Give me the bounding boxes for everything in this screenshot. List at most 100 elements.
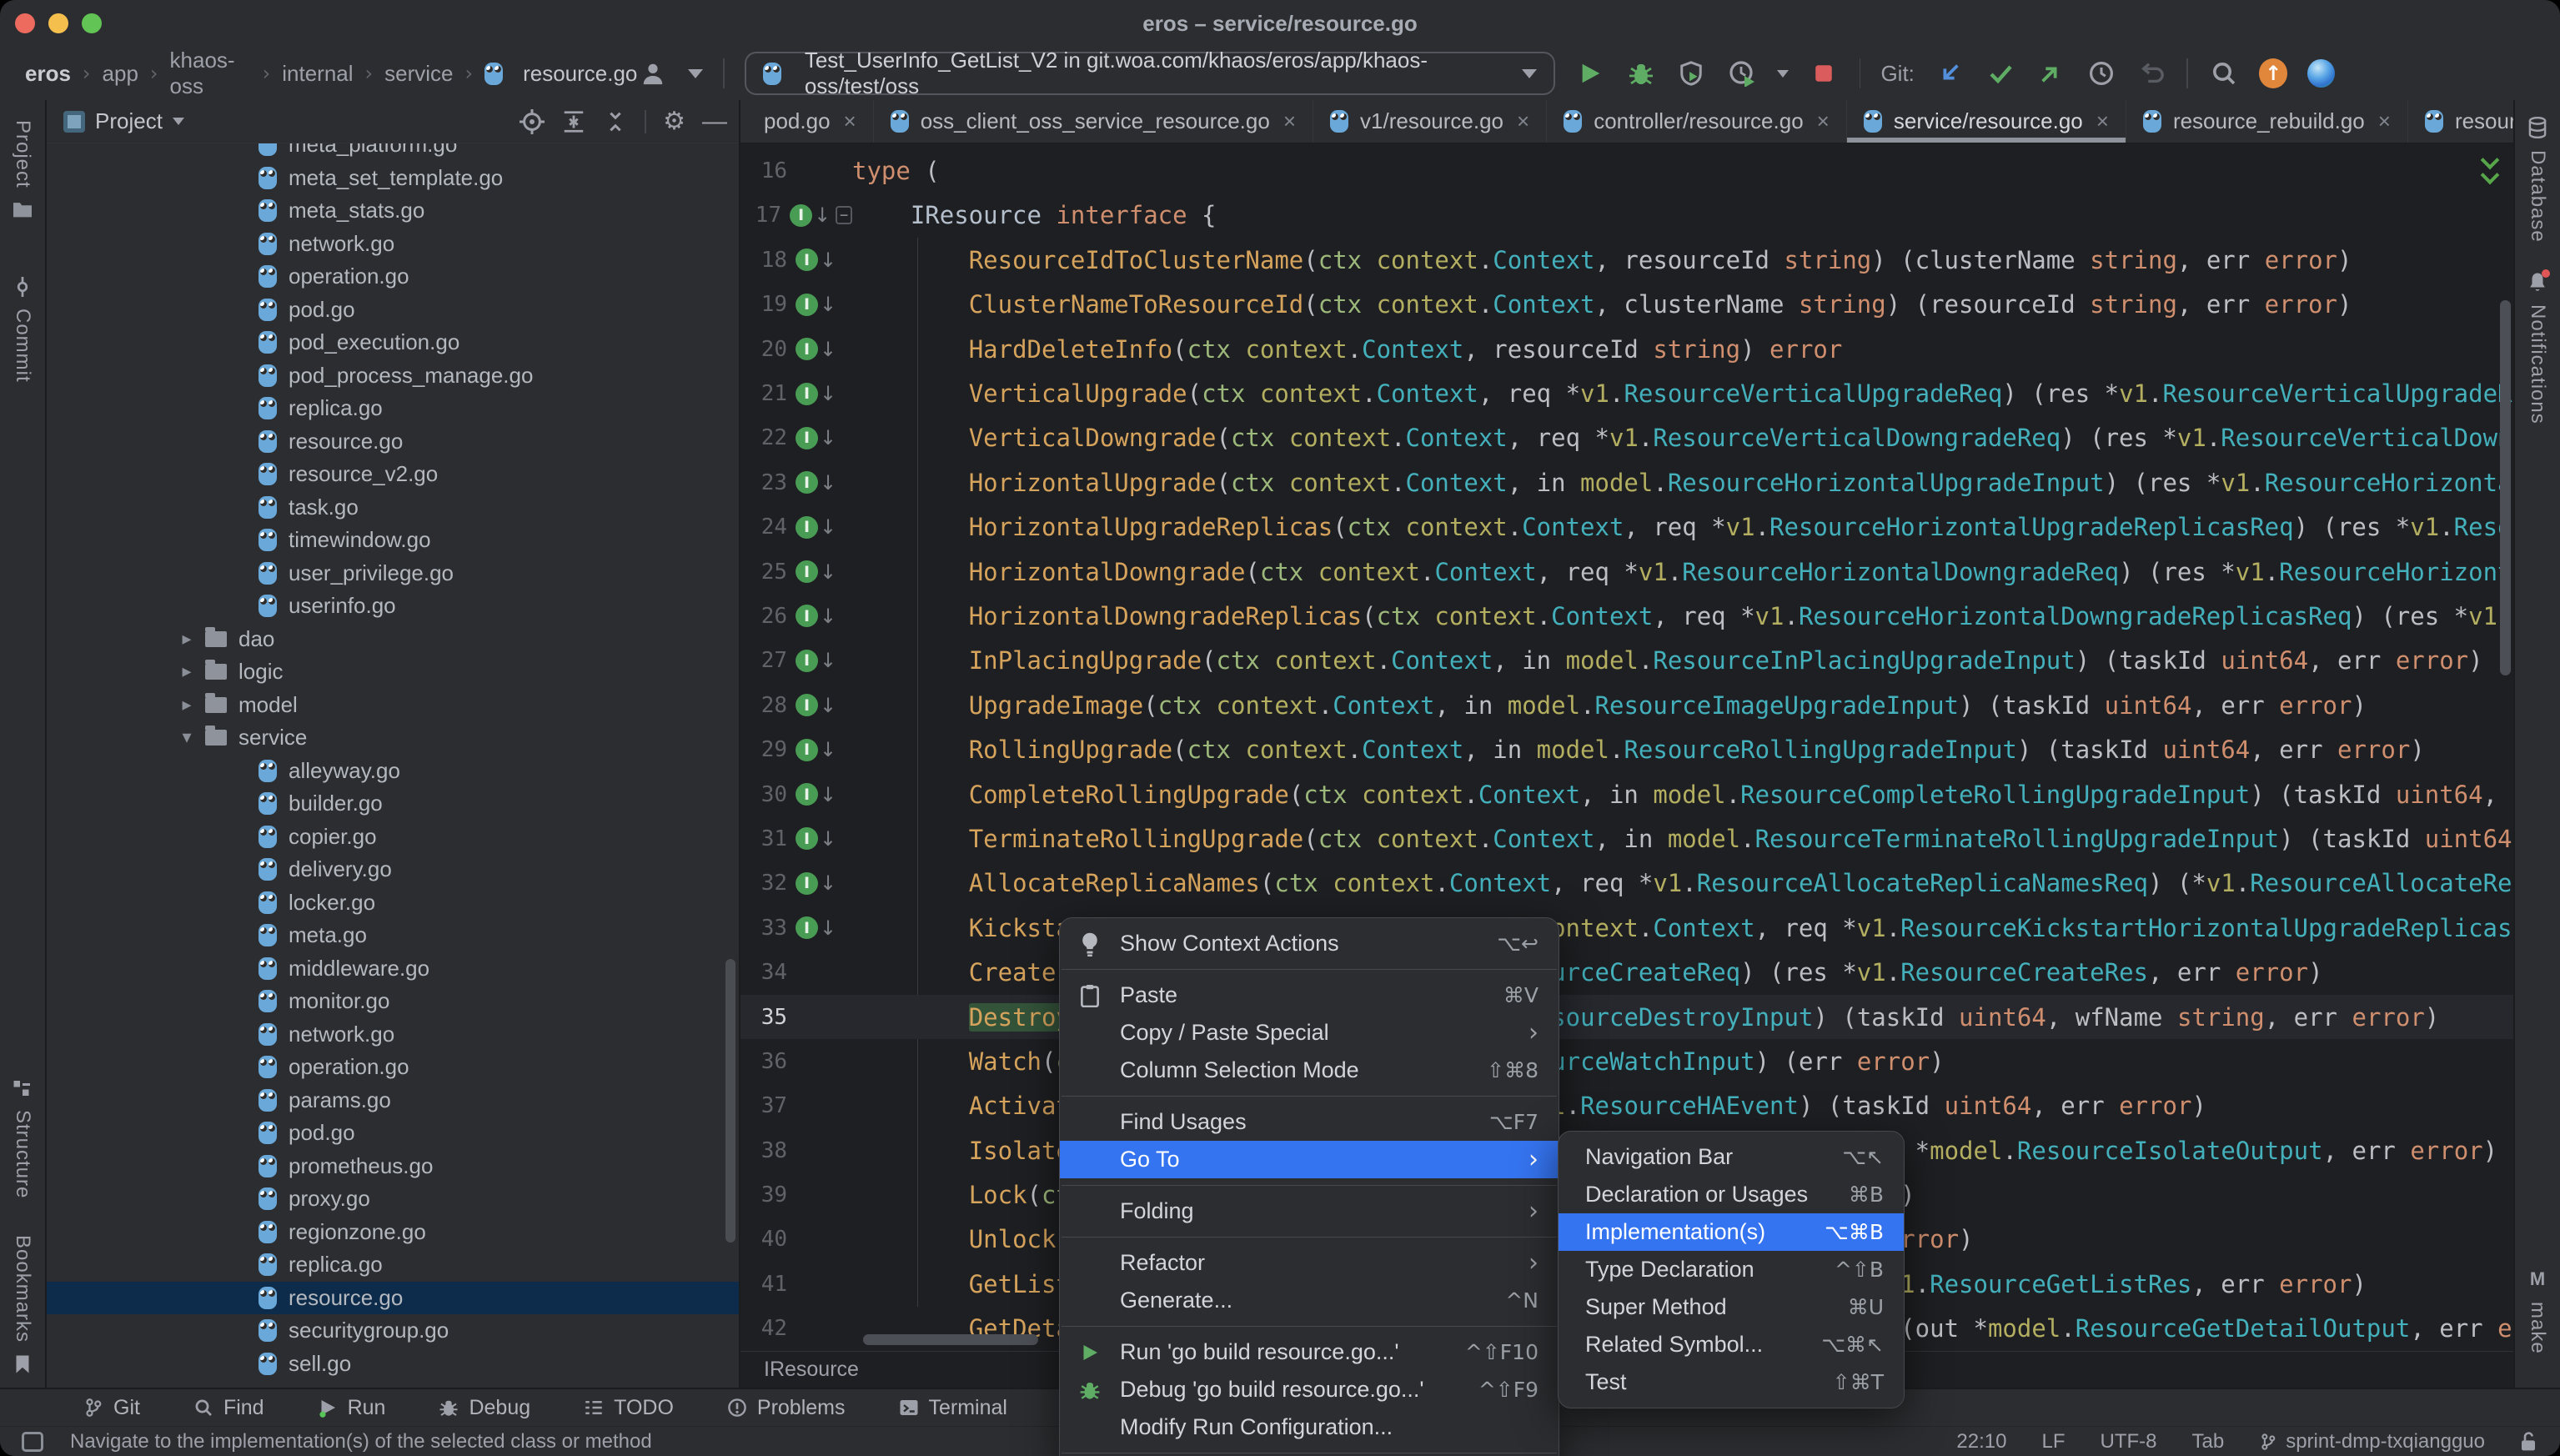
structure-icon[interactable]	[13, 1078, 33, 1098]
tool-tab-bookmarks[interactable]: Bookmarks	[11, 1235, 34, 1343]
menu-item[interactable]: Super Method⌘U	[1559, 1288, 1904, 1326]
code-line[interactable]: 21I↓ VerticalUpgrade(ctx context.Context…	[740, 371, 2513, 415]
make-icon[interactable]: M	[2530, 1268, 2545, 1290]
tree-file-item[interactable]: meta_set_template.go	[47, 162, 739, 195]
tree-file-item[interactable]: network.go	[47, 1018, 739, 1052]
tool-tab-commit[interactable]: Commit	[11, 309, 34, 383]
menu-item[interactable]: Modify Run Configuration...	[1060, 1408, 1559, 1446]
project-tree-scrollbar[interactable]	[725, 959, 735, 1243]
tree-file-item[interactable]: middleware.go	[47, 952, 739, 986]
menu-item[interactable]: Debug 'go build resource.go...'^⇧F9	[1060, 1371, 1559, 1408]
code-line[interactable]: 35 Destroy(ctx context.Context, in model…	[740, 995, 2513, 1039]
tab-close-icon[interactable]: ×	[1517, 108, 1529, 134]
tree-file-item[interactable]: prometheus.go	[47, 1150, 739, 1183]
tree-file-item[interactable]: resource_v2.go	[47, 458, 739, 491]
bookmark-icon[interactable]	[13, 1354, 32, 1374]
history-button[interactable]	[2086, 58, 2116, 89]
breadcrumb-item[interactable]: resource.go	[484, 61, 637, 87]
editor-tab[interactable]: v1/resource.go×	[1313, 100, 1547, 143]
menu-item[interactable]: Paste⌘V	[1060, 977, 1559, 1014]
tool-tab-structure[interactable]: Structure	[11, 1110, 34, 1198]
tree-chevron-icon[interactable]: ▸	[172, 661, 202, 682]
menu-item[interactable]: Implementation(s)⌥⌘B	[1559, 1213, 1904, 1251]
tree-file-item[interactable]: locker.go	[47, 886, 739, 920]
tree-file-item[interactable]: user_privilege.go	[47, 557, 739, 590]
tree-file-item[interactable]: userinfo.go	[47, 590, 739, 623]
breadcrumb-item[interactable]: khaos-oss	[170, 48, 251, 99]
user-icon[interactable]	[637, 58, 668, 89]
git-push-button[interactable]	[2035, 58, 2066, 89]
code-line[interactable]: 29I↓ RollingUpgrade(ctx context.Context,…	[740, 727, 2513, 771]
coverage-button[interactable]	[1676, 58, 1707, 89]
menu-item[interactable]: Column Selection Mode⇧⌘8	[1060, 1052, 1559, 1089]
code-line[interactable]: 25I↓ HorizontalDowngrade(ctx context.Con…	[740, 550, 2513, 594]
menu-item[interactable]: Find Usages⌥F7	[1060, 1103, 1559, 1141]
tree-file-item[interactable]: pod.go	[47, 294, 739, 327]
editor-tab[interactable]: oss_client_oss_service_resource.go×	[874, 100, 1313, 143]
status-segment[interactable]: 22:10	[1956, 1430, 2006, 1453]
implemented-marker-icon[interactable]: I	[796, 783, 818, 806]
tree-folder-item[interactable]: ▾service	[47, 721, 739, 755]
status-segment[interactable]: UTF-8	[2101, 1430, 2157, 1453]
tree-chevron-icon[interactable]: ▸	[172, 629, 202, 650]
tree-file-item[interactable]: copier.go	[47, 821, 739, 854]
status-segment[interactable]: Tab	[2192, 1430, 2225, 1453]
profiler-button[interactable]	[1727, 58, 1758, 89]
menu-item[interactable]: Navigation Bar⌥↖	[1559, 1138, 1904, 1176]
menu-item[interactable]: Related Symbol...⌥⌘↖	[1559, 1326, 1904, 1363]
editor-tab[interactable]: controller/resource.go×	[1547, 100, 1847, 143]
search-everywhere-icon[interactable]	[2208, 58, 2239, 89]
tree-chevron-icon[interactable]: ▸	[172, 695, 202, 715]
implemented-marker-icon[interactable]: I	[796, 916, 818, 939]
tree-file-item[interactable]: resource.go	[47, 425, 739, 459]
tree-file-item[interactable]: operation.go	[47, 260, 739, 294]
tool-window-button-todo[interactable]: TODO	[584, 1396, 674, 1420]
code-line[interactable]: 17I↓− IResource interface {	[740, 193, 2513, 238]
tool-window-button-run[interactable]: Run	[318, 1396, 386, 1420]
tab-close-icon[interactable]: ×	[2096, 108, 2109, 134]
breadcrumb-item[interactable]: app	[103, 61, 138, 87]
tab-close-icon[interactable]: ×	[2378, 108, 2391, 134]
menu-item[interactable]: Refactor›	[1060, 1244, 1559, 1282]
status-window-icon[interactable]	[22, 1432, 43, 1452]
tree-file-item[interactable]: task.go	[47, 491, 739, 525]
notifications-bell-icon[interactable]	[2527, 271, 2547, 293]
profiler-caret[interactable]	[1777, 70, 1789, 78]
tool-tab-notifications[interactable]: Notifications	[2526, 304, 2549, 424]
tree-file-item[interactable]: meta_platform.go	[47, 143, 739, 162]
implemented-marker-icon[interactable]: I	[796, 383, 818, 405]
code-line[interactable]: 28I↓ UpgradeImage(ctx context.Context, i…	[740, 683, 2513, 727]
menu-item[interactable]: Go To›	[1060, 1141, 1559, 1178]
code-line[interactable]: 27I↓ InPlacingUpgrade(ctx context.Contex…	[740, 639, 2513, 683]
implemented-marker-icon[interactable]: I	[796, 872, 818, 895]
menu-item[interactable]: Test⇧⌘T	[1559, 1363, 1904, 1401]
editor-tab[interactable]: service/resource.go×	[1847, 100, 2126, 143]
menu-item[interactable]: Show Context Actions⌥↩	[1060, 925, 1559, 962]
editor-horizontal-scrollbar[interactable]	[863, 1334, 1038, 1345]
code-line[interactable]: 16type (	[740, 148, 2513, 193]
tree-folder-item[interactable]: ▸logic	[47, 655, 739, 689]
tree-file-item[interactable]: meta.go	[47, 919, 739, 952]
tree-file-item[interactable]: pod_process_manage.go	[47, 359, 739, 393]
tab-close-icon[interactable]: ×	[1817, 108, 1830, 134]
menu-item[interactable]: Type Declaration^⇧B	[1559, 1251, 1904, 1288]
editor-tab[interactable]: resource_rebuild.go×	[2126, 100, 2408, 143]
code-line[interactable]: 19I↓ ClusterNameToResourceId(ctx context…	[740, 283, 2513, 327]
code-line[interactable]: 20I↓ HardDeleteInfo(ctx context.Context,…	[740, 327, 2513, 371]
tool-tab-make[interactable]: make	[2526, 1302, 2549, 1354]
tree-file-item[interactable]: replica.go	[47, 392, 739, 425]
tool-tab-database[interactable]: Database	[2526, 150, 2549, 243]
tool-window-button-find[interactable]: Find	[193, 1396, 264, 1420]
tool-window-button-terminal[interactable]: Terminal	[899, 1396, 1007, 1420]
implemented-marker-icon[interactable]: I	[796, 694, 818, 716]
inspections-status-icon[interactable]	[2483, 153, 2497, 182]
menu-item[interactable]: Generate...^N	[1060, 1282, 1559, 1319]
editor-vertical-scrollbar[interactable]	[2500, 300, 2511, 675]
implemented-marker-icon[interactable]: I	[796, 427, 818, 449]
project-panel-title[interactable]: Project	[95, 108, 163, 134]
code-line[interactable]: 24I↓ HorizontalUpgradeReplicas(ctx conte…	[740, 505, 2513, 550]
commit-icon[interactable]	[13, 277, 33, 297]
breadcrumb-item[interactable]: service	[384, 61, 453, 87]
fold-marker-icon[interactable]: −	[836, 206, 852, 224]
tree-file-item[interactable]: monitor.go	[47, 985, 739, 1018]
